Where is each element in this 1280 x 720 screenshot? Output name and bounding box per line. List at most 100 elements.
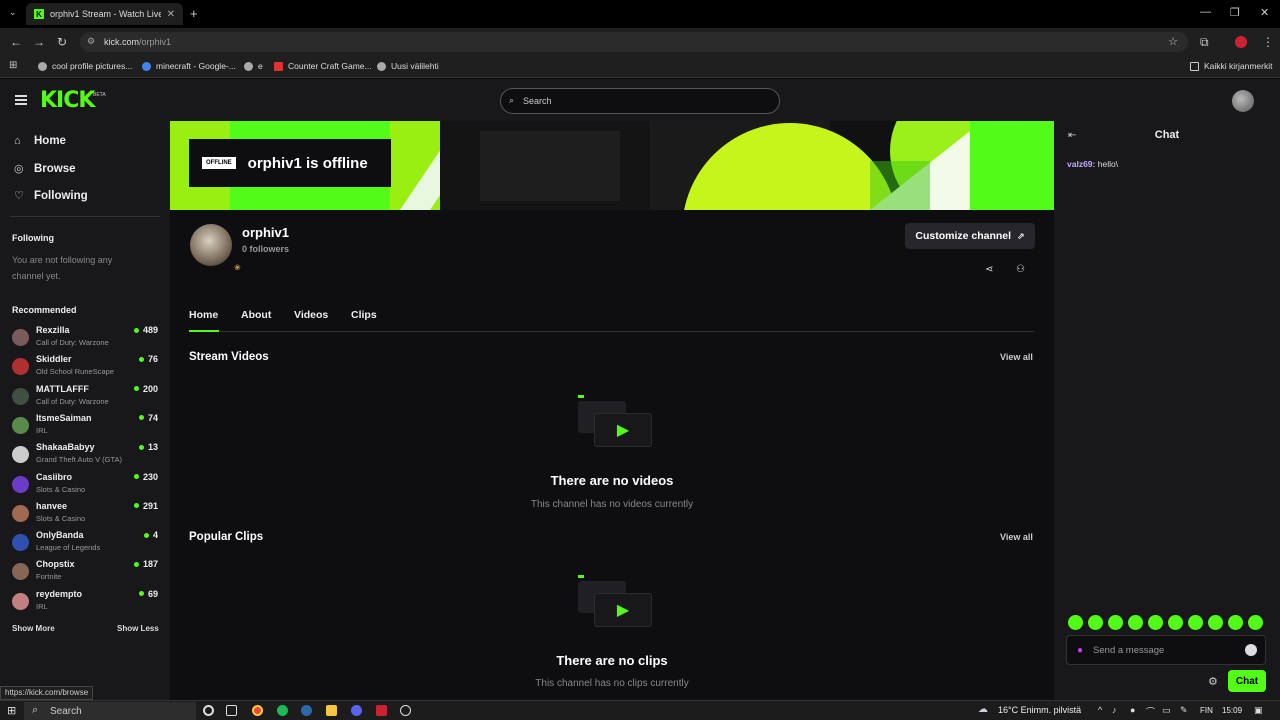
sidebar-item-home[interactable]: ⌂ Home (14, 135, 66, 147)
viewer-count: 200 (133, 384, 158, 394)
pen-icon[interactable]: ✎ (1180, 705, 1188, 716)
sidebar-item-following[interactable]: ♡ Following (14, 189, 88, 203)
recommended-channel[interactable]: MATTLAFFF Call of Duty: Warzone 200 (10, 381, 160, 409)
recommended-channel[interactable]: Skiddler Old School RuneScape 76 (10, 351, 160, 379)
hamburger-menu-icon[interactable] (15, 95, 27, 105)
channel-category: IRL (36, 601, 48, 611)
volume-icon[interactable]: ♪ (1112, 705, 1117, 715)
url-input[interactable]: ⚙ kick.com/orphiv1 ☆ (80, 32, 1188, 52)
profile-icon[interactable] (1235, 36, 1247, 48)
bookmark-item[interactable]: minecraft - Google-... (142, 61, 236, 71)
bookmark-item[interactable]: e (244, 61, 263, 71)
show-more-button[interactable]: Show More (12, 624, 55, 633)
emote-icon[interactable] (1088, 615, 1103, 630)
chrome-icon[interactable] (252, 705, 263, 716)
channel-name: reydempto (36, 588, 83, 599)
divider (10, 216, 160, 217)
windows-start-icon[interactable]: ⊞ (7, 704, 16, 717)
browser-tab-strip: ⌄ K orphiv1 Stream - Watch Live on ✕ + —… (0, 0, 1280, 28)
spotify-icon[interactable] (277, 705, 288, 716)
emote-icon[interactable] (1188, 615, 1203, 630)
menu-dots-icon[interactable]: ⋮ (1262, 35, 1274, 49)
all-bookmarks[interactable]: Kaikki kirjanmerkit (1190, 61, 1273, 71)
discord-icon[interactable] (351, 705, 362, 716)
close-tab-icon[interactable]: ✕ (167, 9, 175, 20)
emoji-picker-icon[interactable] (1245, 644, 1257, 656)
display-icon[interactable]: ▭ (1162, 705, 1171, 716)
user-avatar[interactable] (1232, 90, 1254, 112)
tab-videos[interactable]: Videos (294, 309, 328, 321)
chat-settings-icon[interactable]: ⚙ (1208, 675, 1218, 688)
network-icon[interactable]: ⌒ (1146, 705, 1155, 718)
bookmark-item[interactable]: cool profile pictures... (38, 61, 132, 71)
tab-about[interactable]: About (241, 309, 271, 321)
tray-chevron-icon[interactable]: ^ (1098, 705, 1102, 715)
forward-icon[interactable]: → (33, 35, 45, 49)
app-icon[interactable] (376, 705, 387, 716)
browser-tab[interactable]: K orphiv1 Stream - Watch Live on ✕ (26, 3, 183, 25)
customize-channel-button[interactable]: Customize channel ⇗ (905, 223, 1035, 249)
emote-icon[interactable] (1208, 615, 1223, 630)
chat-username[interactable]: valz69: (1067, 159, 1095, 169)
recommended-channel[interactable]: hanvee Slots & Casino 291 (10, 498, 160, 526)
weather-icon[interactable]: ☁ (978, 704, 988, 715)
apps-grid-icon[interactable]: ⊞ (9, 60, 17, 71)
task-view-icon[interactable] (226, 705, 237, 716)
tab-clips[interactable]: Clips (351, 309, 377, 321)
recommended-channel[interactable]: OnlyBanda League of Legends 4 (10, 527, 160, 555)
close-window-icon[interactable]: ✕ (1260, 6, 1269, 19)
user-settings-icon[interactable]: ⚇ (1016, 264, 1025, 275)
emote-icon[interactable] (1168, 615, 1183, 630)
maximize-icon[interactable]: ❐ (1230, 6, 1240, 19)
notifications-icon[interactable]: ▣ (1254, 705, 1263, 716)
site-info-icon[interactable]: ⚙ (87, 36, 95, 47)
emote-icon[interactable] (1248, 615, 1263, 630)
share-icon[interactable]: ⋖ (985, 264, 993, 275)
tab-home[interactable]: Home (189, 309, 218, 321)
search-input[interactable]: ⌕ Search (500, 88, 780, 114)
kick-logo[interactable]: KICK (40, 88, 95, 113)
sidebar-item-browse[interactable]: ◎ Browse (14, 162, 76, 176)
bookmark-item[interactable]: Counter Craft Game... (274, 61, 372, 71)
bookmark-item[interactable]: Uusi välilehti (377, 61, 439, 71)
emote-icon[interactable] (1128, 615, 1143, 630)
chat-message-input[interactable]: ● Send a message (1066, 635, 1266, 665)
new-tab-button[interactable]: + (190, 6, 198, 21)
recommended-channel[interactable]: Casiibro Slots & Casino 230 (10, 469, 160, 497)
recommended-channel[interactable]: ShakaaBabyy Grand Theft Auto V (GTA) 13 (10, 439, 160, 467)
app-icon[interactable] (400, 705, 411, 716)
beta-badge: BETA (93, 92, 106, 98)
taskbar-search[interactable]: ⌕ Search (24, 702, 196, 720)
extensions-icon[interactable]: ⧉ (1200, 35, 1209, 50)
recommended-channel[interactable]: Chopstix Fortnite 187 (10, 556, 160, 584)
recommended-channel[interactable]: ItsmeSaiman IRL 74 (10, 410, 160, 438)
windows-taskbar: ⊞ ⌕ Search ☁ 16°C Enimm. pilvistä ^ ♪ ● … (0, 700, 1280, 720)
back-icon[interactable]: ← (10, 35, 22, 49)
show-less-button[interactable]: Show Less (117, 624, 159, 633)
emote-icon[interactable] (1228, 615, 1243, 630)
recommended-channel[interactable]: reydempto IRL 69 (10, 586, 160, 614)
file-explorer-icon[interactable] (326, 705, 337, 716)
view-all-videos-link[interactable]: View all (1000, 352, 1033, 362)
recommended-channel[interactable]: Rexzilla Call of Duty: Warzone 489 (10, 322, 160, 350)
channel-avatar[interactable] (190, 224, 232, 266)
send-chat-button[interactable]: Chat (1228, 670, 1266, 692)
keyboard-language[interactable]: FIN (1200, 706, 1213, 715)
clock[interactable]: 15:09 (1222, 706, 1242, 715)
cortana-icon[interactable] (203, 705, 214, 716)
reload-icon[interactable]: ↻ (57, 35, 67, 49)
emote-icon[interactable] (1148, 615, 1163, 630)
google-icon (142, 61, 151, 71)
microphone-icon[interactable]: ● (1077, 645, 1083, 656)
weather-text[interactable]: 16°C Enimm. pilvistä (998, 705, 1081, 715)
no-videos-title: There are no videos (550, 473, 674, 488)
emote-icon[interactable] (1108, 615, 1123, 630)
channel-category: Slots & Casino (36, 484, 86, 494)
tab-list-icon[interactable]: ⌄ (9, 7, 17, 18)
view-all-clips-link[interactable]: View all (1000, 532, 1033, 542)
emote-icon[interactable] (1068, 615, 1083, 630)
minimize-icon[interactable]: — (1200, 6, 1211, 18)
bookmark-star-icon[interactable]: ☆ (1168, 35, 1178, 48)
steam-icon[interactable] (301, 705, 312, 716)
mic-tray-icon[interactable]: ● (1130, 705, 1135, 715)
